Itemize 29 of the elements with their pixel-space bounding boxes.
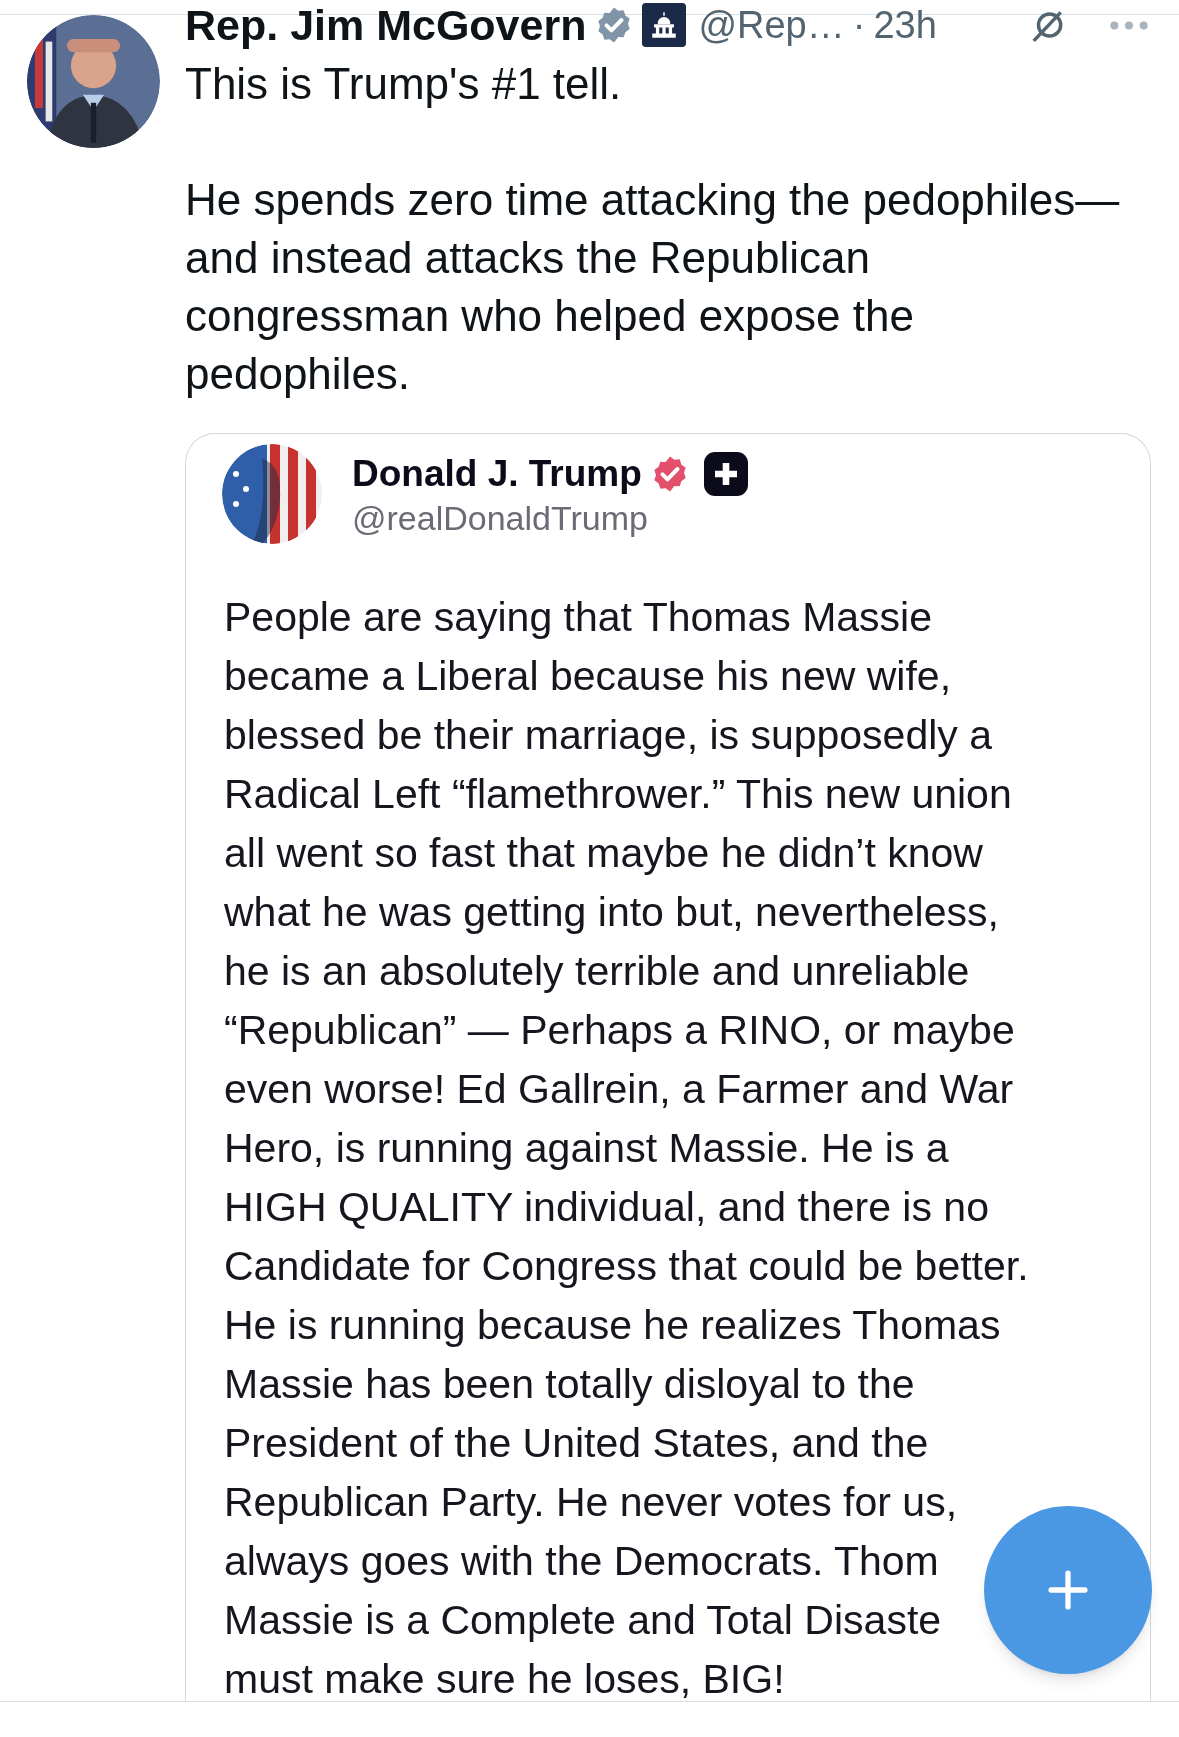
quoted-text-line: HIGH QUALITY individual, and there is no: [224, 1183, 989, 1232]
quoted-text-line: what he was getting into but, nevertheless,: [224, 888, 999, 937]
quoted-text-line: even worse! Ed Gallrein, a Farmer and War: [224, 1065, 1014, 1114]
dot-separator: ·: [852, 6, 866, 44]
quoted-author-name: Donald J. Trump: [352, 452, 642, 496]
post-text: This is Trump's #1 tell.: [185, 58, 623, 110]
quoted-text-line: Massie has been totally disloyal to the: [224, 1360, 915, 1409]
quoted-text-line: Candidate for Congress that could be better.: [224, 1242, 1029, 1291]
plus-square-icon: [703, 452, 748, 496]
quoted-text-line: all went so fast that maybe he didn’t know: [224, 829, 983, 878]
author-handle: @Rep…: [698, 6, 845, 44]
quoted-text-line: “Republican” — Perhaps a RINO, or maybe: [224, 1006, 1015, 1055]
quoted-text-line: President of the United States, and the: [224, 1419, 929, 1468]
post-time: 23h: [873, 6, 937, 44]
quoted-text-line: always goes with the Democrats. Thom: [224, 1537, 939, 1586]
author-name: Rep. Jim McGovern: [185, 3, 587, 47]
quoted-text-line: He is running because he realizes Thomas: [224, 1301, 1001, 1350]
quoted-text-line: Massie is a Complete and Total Disaste: [224, 1596, 942, 1645]
capitol-icon: [642, 3, 687, 47]
quoted-text-line: Radical Left “flamethrower.” This new union: [224, 770, 1012, 819]
quoted-author-handle: @realDonaldTrump: [352, 498, 649, 538]
quoted-text-line: Hero, is running against Massie. He is a: [224, 1124, 949, 1173]
quoted-text-line: he is an absolutely terrible and unreliable: [224, 947, 970, 996]
post-text: He spends zero time attacking the pedophiles—and instead attacks the Republican congressman who helped expose the pedophiles.: [185, 174, 1121, 400]
quoted-text-line: Republican Party. He never votes for us,: [224, 1478, 958, 1527]
quoted-text-line: blessed be their marriage, is supposedly a: [224, 711, 993, 760]
quoted-text-line: became a Liberal because his new wife,: [224, 652, 952, 701]
quoted-text-line: must make sure he loses, BIG!: [224, 1655, 785, 1701]
quoted-text-line: People are saying that Thomas Massie: [224, 593, 932, 642]
